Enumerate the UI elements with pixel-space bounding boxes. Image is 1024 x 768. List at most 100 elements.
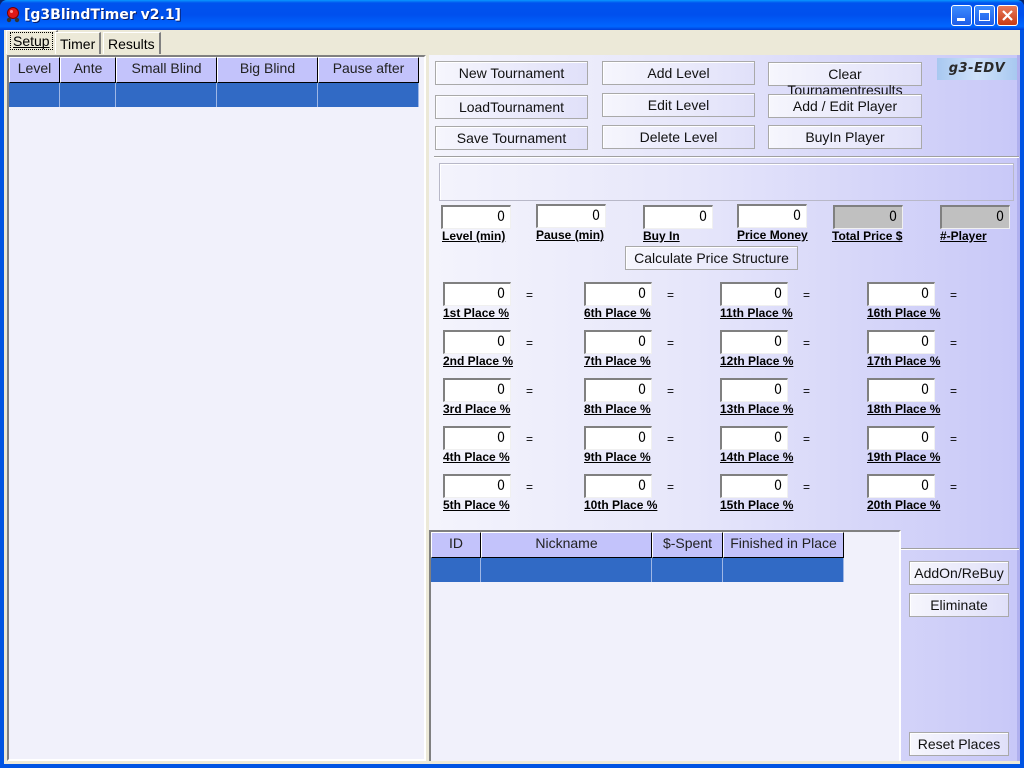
place-19-amount: = bbox=[950, 432, 958, 446]
column-header-big-blind[interactable]: Big Blind bbox=[217, 57, 318, 83]
column-header-level[interactable]: Level bbox=[9, 57, 60, 83]
place-5-amount: = bbox=[526, 480, 534, 494]
place-5-label: 5th Place % bbox=[443, 498, 510, 512]
place-11-percent-input[interactable]: 0 bbox=[720, 282, 788, 306]
place-1-percent-input[interactable]: 0 bbox=[443, 282, 511, 306]
separator bbox=[434, 156, 1019, 158]
level-minutes-label: Level (min) bbox=[442, 229, 506, 243]
place-15-amount: = bbox=[803, 480, 811, 494]
place-8-amount: = bbox=[667, 384, 675, 398]
maximize-button[interactable] bbox=[974, 5, 995, 26]
place-6-amount: = bbox=[667, 288, 675, 302]
table-cell bbox=[116, 83, 217, 107]
place-10-label: 10th Place % bbox=[584, 498, 658, 512]
client-area: Setup Timer Results Level Ante Small Bli… bbox=[4, 30, 1020, 764]
place-12-amount: = bbox=[803, 336, 811, 350]
title-bar[interactable]: [g3BlindTimer v2.1] bbox=[0, 0, 1024, 30]
add-level-button[interactable]: Add Level bbox=[602, 61, 755, 85]
place-4-amount: = bbox=[526, 432, 534, 446]
place-2-percent-input[interactable]: 0 bbox=[443, 330, 511, 354]
place-20-label: 20th Place % bbox=[867, 498, 941, 512]
info-memo[interactable] bbox=[439, 163, 1014, 201]
reset-places-button[interactable]: Reset Places bbox=[909, 732, 1009, 756]
table-cell bbox=[481, 558, 652, 582]
place-14-percent-input[interactable]: 0 bbox=[720, 426, 788, 450]
level-minutes-input[interactable]: 0 bbox=[441, 205, 511, 229]
table-cell bbox=[318, 83, 419, 107]
tab-setup[interactable]: Setup bbox=[6, 30, 58, 54]
levels-table[interactable]: Level Ante Small Blind Big Blind Pause a… bbox=[7, 55, 426, 761]
clear-tournament-results-button[interactable]: Clear Tournamentresults bbox=[768, 62, 922, 98]
save-tournament-button[interactable]: Save Tournament bbox=[435, 126, 588, 150]
new-tournament-button[interactable]: New Tournament bbox=[435, 61, 588, 85]
place-13-percent-input[interactable]: 0 bbox=[720, 378, 788, 402]
column-header-nickname[interactable]: Nickname bbox=[481, 532, 652, 558]
place-3-amount: = bbox=[526, 384, 534, 398]
tab-timer[interactable]: Timer bbox=[55, 32, 102, 54]
place-19-label: 19th Place % bbox=[867, 450, 941, 464]
place-18-percent-input[interactable]: 0 bbox=[867, 378, 935, 402]
levels-table-header: Level Ante Small Blind Big Blind Pause a… bbox=[9, 57, 424, 83]
place-13-amount: = bbox=[803, 384, 811, 398]
table-row[interactable] bbox=[9, 83, 424, 107]
place-1-amount: = bbox=[526, 288, 534, 302]
players-table-header: ID Nickname $-Spent Finished in Place bbox=[431, 532, 899, 558]
place-9-percent-input[interactable]: 0 bbox=[584, 426, 652, 450]
place-5-percent-input[interactable]: 0 bbox=[443, 474, 511, 498]
place-14-label: 14th Place % bbox=[720, 450, 794, 464]
place-19-percent-input[interactable]: 0 bbox=[867, 426, 935, 450]
column-header-pause-after[interactable]: Pause after bbox=[318, 57, 419, 83]
place-6-label: 6th Place % bbox=[584, 306, 651, 320]
eliminate-button[interactable]: Eliminate bbox=[909, 593, 1009, 617]
buy-in-input[interactable]: 0 bbox=[643, 205, 713, 229]
place-17-amount: = bbox=[950, 336, 958, 350]
place-7-label: 7th Place % bbox=[584, 354, 651, 368]
load-tournament-button[interactable]: LoadTournament bbox=[435, 95, 588, 119]
place-16-percent-input[interactable]: 0 bbox=[867, 282, 935, 306]
buy-in-label: Buy In bbox=[643, 229, 680, 243]
table-row[interactable] bbox=[431, 558, 899, 582]
column-header-ante[interactable]: Ante bbox=[60, 57, 116, 83]
place-3-percent-input[interactable]: 0 bbox=[443, 378, 511, 402]
price-money-input[interactable]: 0 bbox=[737, 204, 807, 228]
players-table[interactable]: ID Nickname $-Spent Finished in Place bbox=[429, 530, 901, 761]
total-price-label: Total Price $ bbox=[832, 229, 903, 243]
edit-level-button[interactable]: Edit Level bbox=[602, 93, 755, 117]
poker-chip-icon bbox=[6, 7, 20, 23]
place-16-amount: = bbox=[950, 288, 958, 302]
table-cell bbox=[9, 83, 60, 107]
table-cell bbox=[431, 558, 481, 582]
place-15-label: 15th Place % bbox=[720, 498, 794, 512]
column-header-id[interactable]: ID bbox=[431, 532, 481, 558]
column-header-small-blind[interactable]: Small Blind bbox=[116, 57, 217, 83]
buyin-player-button[interactable]: BuyIn Player bbox=[768, 125, 922, 149]
add-edit-player-button[interactable]: Add / Edit Player bbox=[768, 94, 922, 118]
minimize-button[interactable] bbox=[951, 5, 972, 26]
place-15-percent-input[interactable]: 0 bbox=[720, 474, 788, 498]
place-17-percent-input[interactable]: 0 bbox=[867, 330, 935, 354]
place-7-percent-input[interactable]: 0 bbox=[584, 330, 652, 354]
table-cell bbox=[652, 558, 723, 582]
place-12-label: 12th Place % bbox=[720, 354, 794, 368]
place-20-percent-input[interactable]: 0 bbox=[867, 474, 935, 498]
place-10-amount: = bbox=[667, 480, 675, 494]
place-11-amount: = bbox=[803, 288, 811, 302]
column-header-spent[interactable]: $-Spent bbox=[652, 532, 723, 558]
column-header-finished-place[interactable]: Finished in Place bbox=[723, 532, 844, 558]
player-count-label: #-Player bbox=[940, 229, 987, 243]
pause-minutes-input[interactable]: 0 bbox=[536, 204, 606, 228]
tab-results[interactable]: Results bbox=[103, 32, 161, 54]
place-4-percent-input[interactable]: 0 bbox=[443, 426, 511, 450]
addon-rebuy-button[interactable]: AddOn/ReBuy bbox=[909, 561, 1009, 585]
place-20-amount: = bbox=[950, 480, 958, 494]
place-18-label: 18th Place % bbox=[867, 402, 941, 416]
calculate-price-structure-button[interactable]: Calculate Price Structure bbox=[625, 246, 798, 270]
place-6-percent-input[interactable]: 0 bbox=[584, 282, 652, 306]
place-12-percent-input[interactable]: 0 bbox=[720, 330, 788, 354]
place-8-percent-input[interactable]: 0 bbox=[584, 378, 652, 402]
close-button[interactable] bbox=[997, 5, 1018, 26]
place-14-amount: = bbox=[803, 432, 811, 446]
delete-level-button[interactable]: Delete Level bbox=[602, 125, 755, 149]
place-10-percent-input[interactable]: 0 bbox=[584, 474, 652, 498]
close-icon bbox=[1002, 10, 1013, 21]
